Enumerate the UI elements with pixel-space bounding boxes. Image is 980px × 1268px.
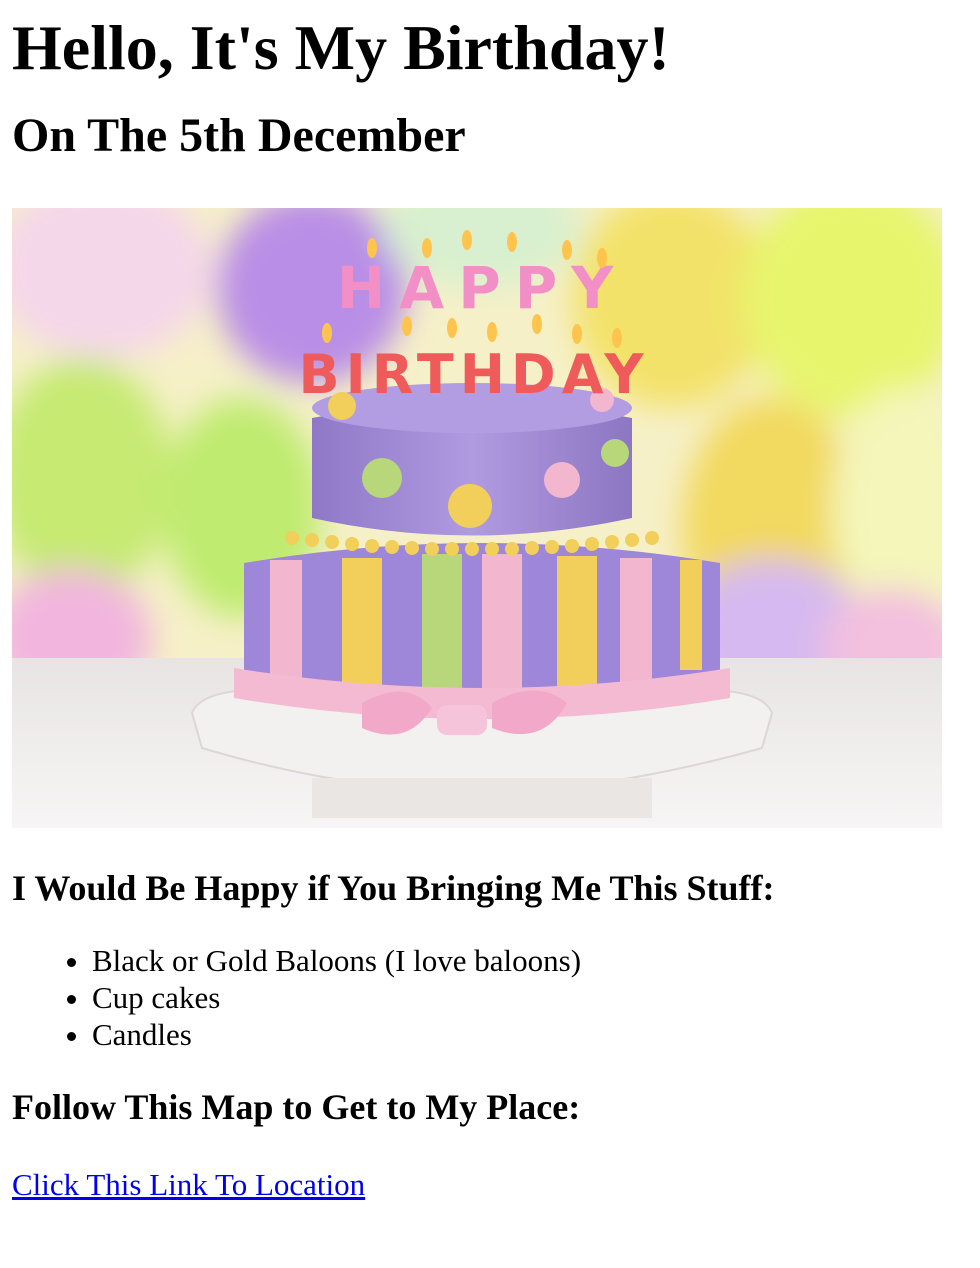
cake-letters-top: HAPPY (337, 254, 627, 322)
location-heading: Follow This Map to Get to My Place: (12, 1087, 581, 1127)
location-link[interactable]: Click This Link To Location (12, 1167, 365, 1203)
birthday-cake-image: HAPPY BIRTHDAY (12, 208, 942, 828)
page-title: Hello, It's My Birthday! (12, 12, 670, 83)
wishlist: Black or Gold Baloons (I love baloons) C… (12, 942, 968, 1053)
wishlist-heading: I Would Be Happy if You Bringing Me This… (12, 868, 775, 908)
page-subtitle: On The 5th December (12, 109, 466, 162)
list-item: Candles (92, 1016, 968, 1053)
cake-letters-bottom: BIRTHDAY (299, 343, 650, 406)
list-item: Cup cakes (92, 979, 968, 1016)
list-item: Black or Gold Baloons (I love baloons) (92, 942, 968, 979)
page: Hello, It's My Birthday! On The 5th Dece… (0, 0, 980, 1203)
